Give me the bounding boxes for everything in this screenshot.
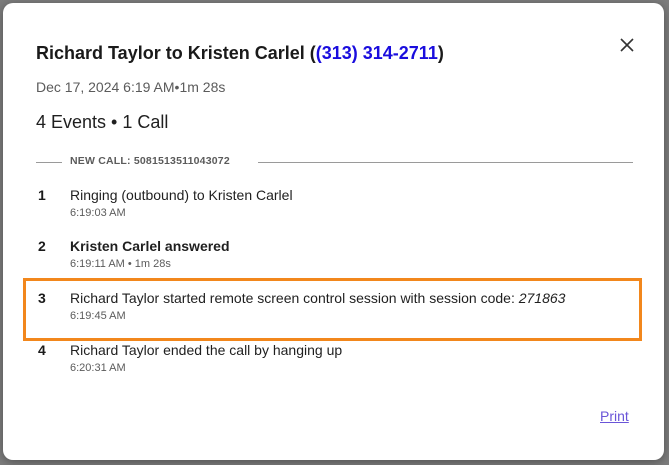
event-text: Kristen Carlel answered: [70, 238, 230, 254]
dialog-title: Richard Taylor to Kristen Carlel ((313) …: [36, 43, 444, 64]
title-suffix: ): [437, 43, 444, 63]
event-time: 6:20:31 AM: [70, 362, 126, 374]
events-summary: 4 Events • 1 Call: [36, 112, 169, 132]
event-number: 2: [38, 238, 46, 254]
close-icon: [620, 38, 634, 52]
call-datetime-duration: Dec 17, 2024 6:19 AM•1m 28s: [36, 79, 226, 95]
event-item: 4 Richard Taylor ended the call by hangi…: [36, 342, 636, 386]
event-item: 1 Ringing (outbound) to Kristen Carlel 6…: [36, 187, 636, 231]
title-participants: Richard Taylor to Kristen Carlel (: [36, 43, 316, 63]
divider-line-right: [258, 162, 633, 163]
event-number: 1: [38, 187, 46, 203]
highlight-box: [23, 278, 642, 341]
event-time: 6:19:11 AM • 1m 28s: [70, 258, 171, 270]
event-time: 6:19:03 AM: [70, 207, 126, 219]
event-text: Richard Taylor ended the call by hanging…: [70, 342, 343, 358]
event-text: Ringing (outbound) to Kristen Carlel: [70, 187, 293, 203]
close-button[interactable]: [615, 33, 639, 57]
call-details-dialog: Richard Taylor to Kristen Carlel ((313) …: [3, 3, 664, 460]
divider-line-left: [36, 162, 62, 163]
print-link[interactable]: Print: [600, 408, 629, 424]
event-item: 2 Kristen Carlel answered 6:19:11 AM • 1…: [36, 238, 636, 282]
phone-number-link[interactable]: (313) 314-2711: [316, 43, 438, 63]
call-id-label: NEW CALL: 5081513511043072: [70, 155, 230, 167]
call-divider: NEW CALL: 5081513511043072: [36, 155, 633, 171]
event-number: 4: [38, 342, 46, 358]
